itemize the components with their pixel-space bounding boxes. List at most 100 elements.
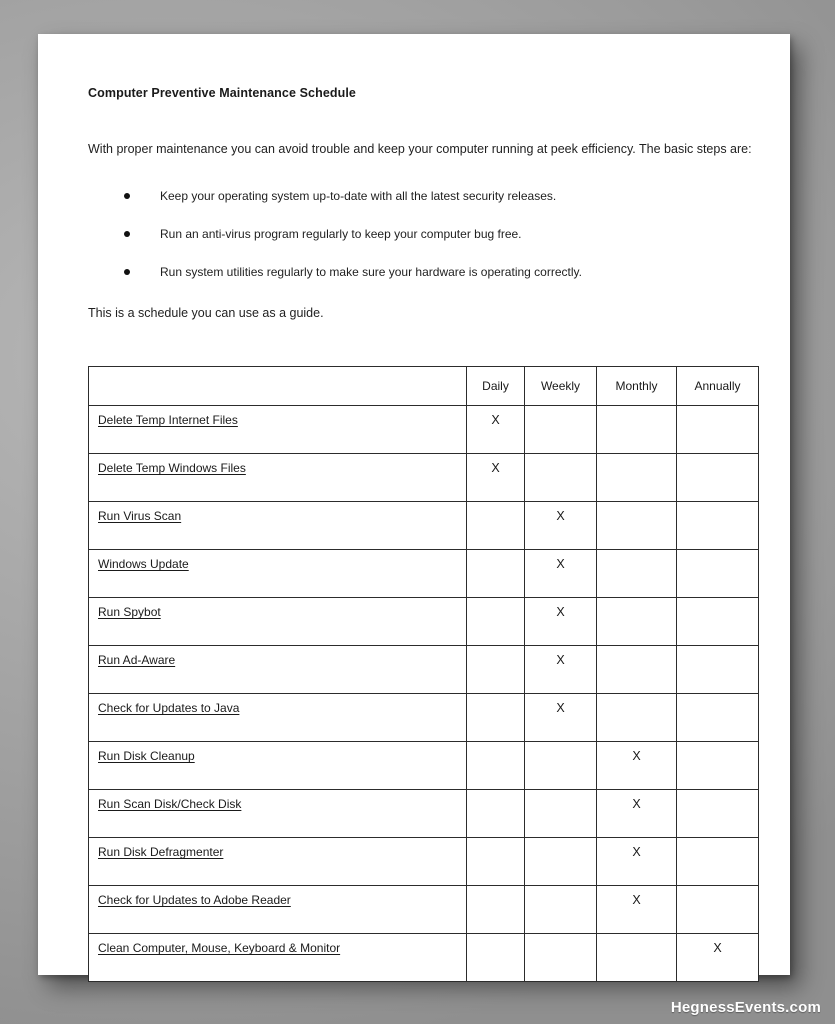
task-cell: Check for Updates to Adobe Reader (88, 885, 467, 934)
task-cell: Run Disk Defragmenter (88, 837, 467, 886)
table-header-row: Daily Weekly Monthly Annually (88, 366, 759, 406)
mark-cell-daily (466, 885, 525, 934)
list-item-label: Run system utilities regularly to make s… (160, 265, 582, 279)
mark-cell-annually: X (676, 933, 759, 982)
mark-cell-monthly (596, 453, 677, 502)
mark-cell-monthly (596, 597, 677, 646)
task-cell: Windows Update (88, 549, 467, 598)
mark-cell-daily (466, 933, 525, 982)
task-label: Delete Temp Internet Files (98, 413, 238, 427)
task-label: Run Ad-Aware (98, 653, 176, 667)
mark-cell-annually (676, 693, 759, 742)
mark-cell-weekly: X (524, 549, 597, 598)
task-label: Windows Update (98, 557, 189, 571)
mark-cell-monthly: X (596, 837, 677, 886)
mark-cell-annually (676, 501, 759, 550)
mark-cell-annually (676, 885, 759, 934)
watermark: HegnessEvents.com (670, 999, 821, 1016)
task-cell: Run Scan Disk/Check Disk (88, 789, 467, 838)
task-label: Check for Updates to Adobe Reader (98, 893, 291, 907)
mark-cell-weekly (524, 789, 597, 838)
intro-paragraph: With proper maintenance you can avoid tr… (88, 142, 752, 156)
mark-cell-monthly (596, 549, 677, 598)
mark-cell-annually (676, 789, 759, 838)
table-row: Check for Updates to Java X (88, 693, 759, 742)
mark-cell-weekly: X (524, 645, 597, 694)
table-row: Run Disk Defragmenter X (88, 837, 759, 886)
mark-cell-daily: X (466, 405, 525, 454)
table-row: Windows Update X (88, 549, 759, 598)
document-body: Computer Preventive Maintenance Schedule… (88, 86, 759, 982)
mark-cell-weekly (524, 885, 597, 934)
bullet-icon (124, 269, 130, 275)
mark-cell-annually (676, 741, 759, 790)
mark-cell-annually (676, 597, 759, 646)
mark-cell-monthly (596, 501, 677, 550)
column-header-weekly: Weekly (524, 366, 597, 406)
mark-cell-monthly: X (596, 741, 677, 790)
mark-cell-daily (466, 645, 525, 694)
column-header-daily: Daily (466, 366, 525, 406)
mark-cell-weekly (524, 933, 597, 982)
mark-cell-monthly (596, 645, 677, 694)
document-page: Computer Preventive Maintenance Schedule… (38, 34, 790, 982)
steps-list: Keep your operating system up-to-date wi… (88, 188, 756, 281)
mark-cell-daily (466, 837, 525, 886)
table-body: Delete Temp Internet Files X Delete Temp W… (88, 405, 759, 982)
mark-cell-annually (676, 453, 759, 502)
table-row: Run Scan Disk/Check Disk X (88, 789, 759, 838)
mark-cell-daily: X (466, 453, 525, 502)
table-row: Run Virus Scan X (88, 501, 759, 550)
task-label: Delete Temp Windows Files (98, 461, 246, 475)
list-item-label: Keep your operating system up-to-date wi… (160, 189, 557, 203)
screenshot-canvas: Computer Preventive Maintenance Schedule… (0, 0, 835, 1024)
mark-cell-weekly (524, 405, 597, 454)
mark-cell-monthly (596, 933, 677, 982)
column-header-task (88, 366, 467, 406)
task-cell: Delete Temp Internet Files (88, 405, 467, 454)
task-cell: Run Ad-Aware (88, 645, 467, 694)
task-label: Run Disk Defragmenter (98, 845, 224, 859)
task-label: Check for Updates to Java (98, 701, 240, 715)
mark-cell-weekly (524, 837, 597, 886)
task-label: Run Disk Cleanup (98, 749, 195, 763)
mark-cell-weekly: X (524, 693, 597, 742)
task-cell: Check for Updates to Java (88, 693, 467, 742)
task-cell: Run Disk Cleanup (88, 741, 467, 790)
list-item-label: Run an anti-virus program regularly to k… (160, 227, 522, 241)
mark-cell-daily (466, 549, 525, 598)
list-item: Run an anti-virus program regularly to k… (88, 226, 756, 243)
bullet-icon (124, 193, 130, 199)
mark-cell-daily (466, 693, 525, 742)
table-row: Delete Temp Windows Files X (88, 453, 759, 502)
mark-cell-weekly: X (524, 501, 597, 550)
list-item: Keep your operating system up-to-date wi… (88, 188, 756, 205)
bullet-icon (124, 231, 130, 237)
column-header-monthly: Monthly (596, 366, 677, 406)
table-row: Run Disk Cleanup X (88, 741, 759, 790)
maintenance-schedule-table: Daily Weekly Monthly Annually Delete Tem… (88, 366, 759, 982)
task-cell: Clean Computer, Mouse, Keyboard & Monito… (88, 933, 467, 982)
column-header-annually: Annually (676, 366, 759, 406)
task-cell: Run Virus Scan (88, 501, 467, 550)
mark-cell-daily (466, 741, 525, 790)
mark-cell-monthly (596, 693, 677, 742)
page-title: Computer Preventive Maintenance Schedule (88, 86, 356, 100)
mark-cell-weekly (524, 741, 597, 790)
table-row: Run Ad-Aware X (88, 645, 759, 694)
task-label: Run Scan Disk/Check Disk (98, 797, 242, 811)
mark-cell-daily (466, 597, 525, 646)
mark-cell-monthly: X (596, 789, 677, 838)
task-label: Clean Computer, Mouse, Keyboard & Monito… (98, 941, 341, 955)
task-cell: Delete Temp Windows Files (88, 453, 467, 502)
mark-cell-monthly (596, 405, 677, 454)
list-item: Run system utilities regularly to make s… (88, 264, 756, 281)
table-row: Check for Updates to Adobe Reader X (88, 885, 759, 934)
mark-cell-annually (676, 549, 759, 598)
mark-cell-weekly (524, 453, 597, 502)
task-cell: Run Spybot (88, 597, 467, 646)
guide-note: This is a schedule you can use as a guid… (88, 306, 324, 320)
table-row: Clean Computer, Mouse, Keyboard & Monito… (88, 933, 759, 982)
mark-cell-daily (466, 501, 525, 550)
table-row: Run Spybot X (88, 597, 759, 646)
